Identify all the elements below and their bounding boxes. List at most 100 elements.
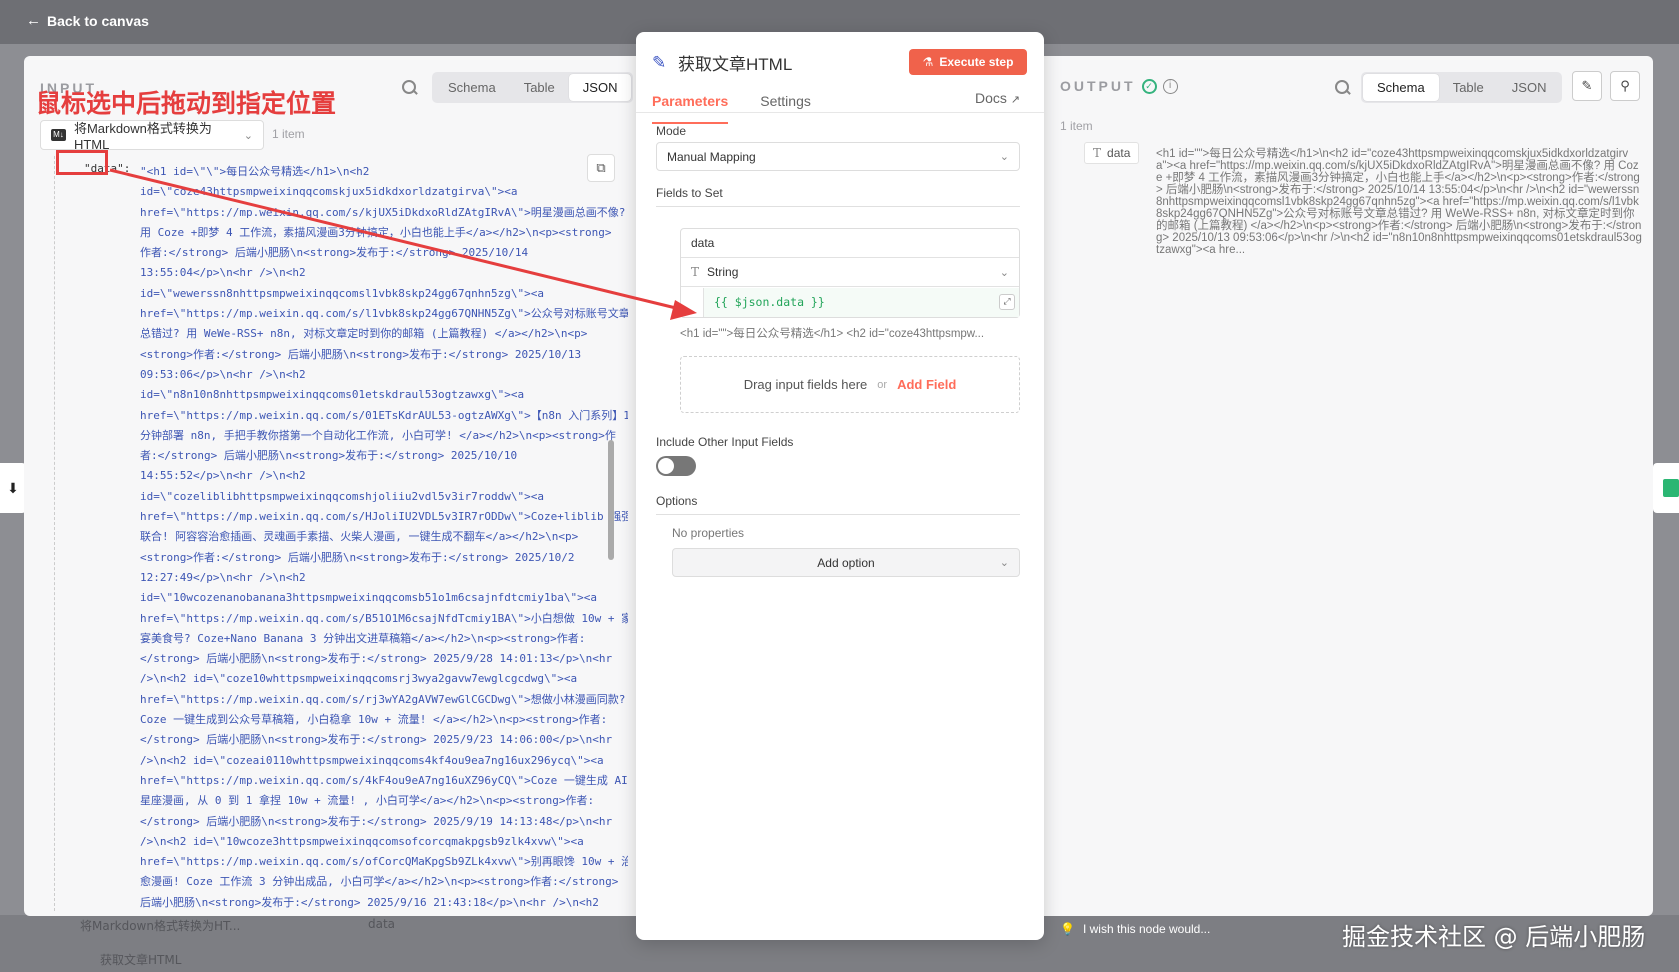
json-line: href=\"https://mp.weixin.qq.com/s/rj3wYA… [140, 692, 626, 706]
json-line: id=\"coze43httpsmpweixinqqcomskjux5idkdx… [140, 185, 518, 199]
collapse-left-handle[interactable]: ⬇ [0, 463, 26, 513]
chevron-down-icon: ⌄ [999, 151, 1009, 163]
node-header: ✎ 获取文章HTML [652, 50, 792, 75]
execute-step-button[interactable]: ⚗ Execute step [909, 49, 1027, 75]
text-type-icon: T [1093, 146, 1102, 160]
tab-settings[interactable]: Settings [760, 90, 811, 124]
pin-icon: ⚲ [1620, 78, 1630, 93]
chevron-down-icon: ⌄ [243, 129, 253, 142]
json-line: href=\"https://mp.weixin.qq.com/s/01ETsK… [140, 408, 628, 422]
input-view-switcher: Schema Table JSON [432, 72, 634, 103]
fields-to-set-label: Fields to Set [656, 186, 723, 200]
input-item-count: 1 item [272, 127, 305, 141]
drop-text: Drag input fields here [743, 377, 868, 392]
mode-select[interactable]: Manual Mapping ⌄ [656, 142, 1020, 171]
bg-node-label: 将Markdown格式转换为HT... [80, 919, 241, 933]
chevron-down-icon: ⌄ [999, 266, 1009, 279]
output-field-name: data [1107, 146, 1131, 160]
feedback-prompt[interactable]: 💡 I wish this node would... [1060, 922, 1210, 936]
drop-zone[interactable]: Drag input fields here or Add Field [680, 356, 1020, 413]
chevron-down-icon: ⌄ [999, 557, 1009, 569]
divider [656, 514, 1020, 515]
tabs-divider [636, 112, 1044, 113]
text-type-icon: T [691, 265, 700, 279]
edit-output-button[interactable]: ✎ [1572, 71, 1602, 101]
json-line: <strong>作者:</strong> 后端小肥肠\n<strong>发布于:… [140, 550, 575, 564]
bg-data-label: data [368, 917, 396, 931]
copy-icon: ⧉ [596, 160, 606, 175]
docs-link[interactable]: Docs ↗ [975, 90, 1020, 106]
input-tab-schema[interactable]: Schema [434, 74, 510, 101]
json-line: "<h1 id=\"\">每日公众号精选</h1>\n<h2 [140, 165, 370, 178]
copy-button[interactable]: ⧉ [587, 154, 615, 182]
field-name-input[interactable]: data [681, 229, 1019, 258]
field-value-preview: <h1 id="">每日公众号精选</h1> <h2 id="coze43htt… [680, 328, 985, 340]
json-line: id=\"cozeliblibhttpsmpweixinqqcomshjolii… [140, 489, 544, 503]
docs-label: Docs [975, 90, 1007, 106]
add-option-button[interactable]: Add option ⌄ [672, 548, 1020, 577]
json-viewer: "data": "<h1 id=\"\">每日公众号精选</h1>\n<h2 id… [54, 156, 636, 911]
node-title[interactable]: 获取文章HTML [678, 50, 792, 75]
json-line: 13:55:04</p>\n<hr />\n<h2 [140, 266, 306, 280]
input-panel: INPUT 鼠标选中后拖动到指定位置 Schema Table JSON M↓ … [24, 56, 636, 916]
node-settings-panel: ✎ 获取文章HTML ⚗ Execute step Parameters Set… [636, 32, 1044, 940]
drag-annotation-text: 鼠标选中后拖动到指定位置 [36, 89, 337, 118]
json-line: 09:53:06</p>\n<hr />\n<h2 [140, 367, 306, 381]
json-line: 用 Coze +即梦 4 工作流，素描风漫画3分钟搞定，小白也能上手</a></… [140, 225, 612, 239]
json-line: 后端小肥肠\n<strong>发布于:</strong> 2025/9/16 2… [140, 895, 599, 909]
json-line: href=\"https://mp.weixin.qq.com/s/l1vbk8… [140, 307, 628, 321]
success-check-icon: ✓ [1141, 78, 1157, 94]
tab-parameters[interactable]: Parameters [652, 90, 729, 124]
add-field-button[interactable]: Add Field [897, 377, 956, 392]
input-node-select[interactable]: M↓ 将Markdown格式转换为HTML ⌄ [40, 120, 264, 152]
field-value-expression[interactable]: {{ $json.data }} ⤢ [703, 288, 1019, 317]
output-title-text: OUTPUT [1060, 78, 1136, 94]
no-properties-text: No properties [672, 526, 745, 540]
json-line: 者:</strong> 后端小肥肠\n<strong>发布于:</strong>… [140, 449, 518, 463]
search-icon[interactable] [400, 78, 418, 96]
output-field-value: <h1 id="">每日公众号精选</h1>\n<h2 id="coze43ht… [1156, 148, 1642, 256]
output-tab-table[interactable]: Table [1439, 74, 1498, 101]
collapse-right-handle[interactable] [1653, 463, 1679, 513]
flask-icon: ⚗ [922, 55, 934, 69]
json-indent-guide [54, 156, 55, 911]
input-node-name: 将Markdown格式转换为HTML [73, 121, 212, 152]
json-line: 总错过? 用 WeWe-RSS+ n8n, 对标文章定时到你的邮箱 (上篇教程)… [140, 327, 588, 341]
json-line: id=\"wewerssn8nhttpsmpweixinqqcomsl1vbk8… [140, 286, 544, 300]
bg-node-label-2: 获取文章HTML [100, 953, 182, 967]
json-line: 星座漫画, 从 0 到 1 拿捏 10w + 流量! , 小白可学</a></h… [140, 794, 595, 808]
options-label: Options [656, 494, 698, 508]
output-tab-json[interactable]: JSON [1498, 74, 1561, 101]
json-line: 作者:</strong> 后端小肥肠\n<strong>发布于:</strong… [140, 246, 529, 260]
data-key-highlight [56, 150, 108, 175]
json-scrollbar[interactable] [608, 440, 614, 560]
field-value-text: {{ $json.data }} [714, 295, 825, 309]
pencil-icon: ✎ [652, 52, 667, 72]
divider [656, 206, 1020, 207]
markdown-icon: M↓ [51, 129, 66, 141]
execute-label: Execute step [939, 55, 1014, 69]
json-line: />\n<h2 id=\"10wcoze3httpsmpweixinqqcoms… [140, 834, 584, 848]
json-line: </strong> 后端小肥肠\n<strong>发布于:</strong> 2… [140, 652, 613, 666]
include-other-fields-toggle[interactable] [656, 456, 696, 476]
search-icon[interactable] [1333, 78, 1351, 96]
pin-output-button[interactable]: ⚲ [1610, 71, 1640, 101]
json-line: 分钟部署 n8n, 手把手教你搭第一个自动化工作流, 小白可学! </a></h… [140, 428, 616, 442]
lightbulb-icon: 💡 [1060, 922, 1075, 936]
back-to-canvas-link[interactable]: ← Back to canvas [26, 12, 149, 29]
output-tab-schema[interactable]: Schema [1363, 74, 1439, 101]
input-tab-json[interactable]: JSON [568, 74, 632, 101]
json-line: href=\"https://mp.weixin.qq.com/s/ofCorc… [140, 855, 628, 869]
node-tabs: Parameters Settings [652, 90, 1028, 124]
json-line: 愈漫画! Coze 工作流 3 分钟出成品, 小白可学</a></h2>\n<p… [140, 875, 619, 889]
output-item-count: 1 item [1060, 119, 1093, 133]
json-value[interactable]: "<h1 id=\"\">每日公众号精选</h1>\n<h2 id=\"coze4… [140, 162, 628, 911]
json-line: href=\"https://mp.weixin.qq.com/s/4kF4ou… [140, 773, 628, 787]
json-line: href=\"https://mp.weixin.qq.com/s/B51O1M… [140, 611, 628, 625]
expand-expression-icon[interactable]: ⤢ [999, 294, 1015, 310]
field-type-select[interactable]: T String ⌄ [681, 258, 1019, 287]
back-label: Back to canvas [47, 12, 149, 29]
info-icon[interactable]: i [1162, 78, 1178, 94]
input-tab-table[interactable]: Table [510, 74, 569, 101]
output-field-chip[interactable]: T data [1084, 142, 1140, 164]
